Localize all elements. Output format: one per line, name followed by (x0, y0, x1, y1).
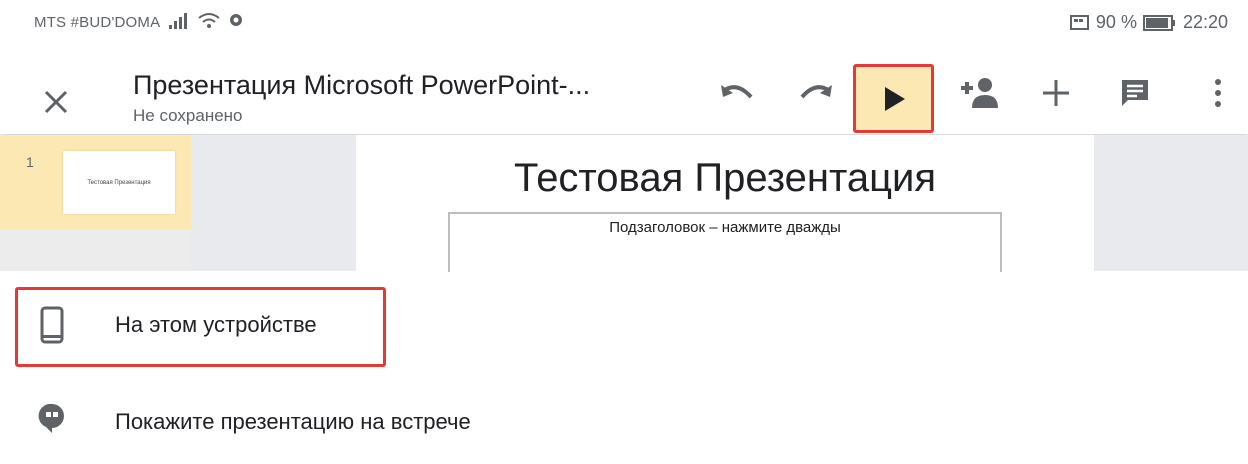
more-options-button[interactable] (1193, 68, 1243, 118)
close-icon (44, 90, 68, 114)
hangouts-icon (38, 403, 64, 433)
insert-button[interactable] (1031, 68, 1081, 118)
plus-icon (1043, 80, 1069, 106)
wifi-icon (198, 13, 220, 28)
battery-icon (1142, 14, 1175, 31)
comment-icon (1122, 80, 1148, 106)
undo-button[interactable] (712, 68, 762, 118)
highlight-box (15, 287, 386, 367)
status-icons (168, 12, 244, 30)
present-in-meeting-label: Покажите презентацию на встрече (115, 409, 471, 434)
play-icon (884, 86, 905, 111)
app-bar: Презентация Microsoft PowerPoint-... Не … (0, 50, 1248, 134)
carrier-name: MTS #BUD'DOMA (34, 14, 161, 31)
present-button[interactable] (853, 64, 934, 133)
battery-level: 90 % (1095, 12, 1137, 32)
document-title[interactable]: Презентация Microsoft PowerPoint-... (133, 70, 590, 101)
slide-thumbnail[interactable]: Тестовая Презентация (63, 151, 175, 214)
present-in-meeting-option[interactable]: Покажите презентацию на встрече (0, 394, 1248, 464)
redo-icon (800, 85, 832, 99)
subtitle-text: Подзаголовок – нажмите дважды (609, 219, 841, 236)
status-right: 90 % 22:20 (1068, 12, 1228, 33)
more-vert-icon (1215, 79, 1221, 107)
redo-button[interactable] (791, 68, 841, 118)
comments-button[interactable] (1110, 68, 1160, 118)
thumbnail-text: Тестовая Презентация (87, 179, 151, 186)
slide-number: 1 (26, 154, 34, 170)
clock: 22:20 (1182, 12, 1228, 32)
cast-icon (1069, 14, 1089, 30)
save-status: Не сохранено (133, 106, 243, 125)
close-button[interactable] (36, 82, 76, 122)
undo-icon (721, 85, 753, 99)
slide-title[interactable]: Тестовая Презентация (356, 156, 1094, 201)
signal-icon (169, 13, 187, 29)
location-icon (230, 14, 242, 26)
share-button[interactable] (955, 68, 1005, 118)
add-person-icon (961, 78, 998, 108)
